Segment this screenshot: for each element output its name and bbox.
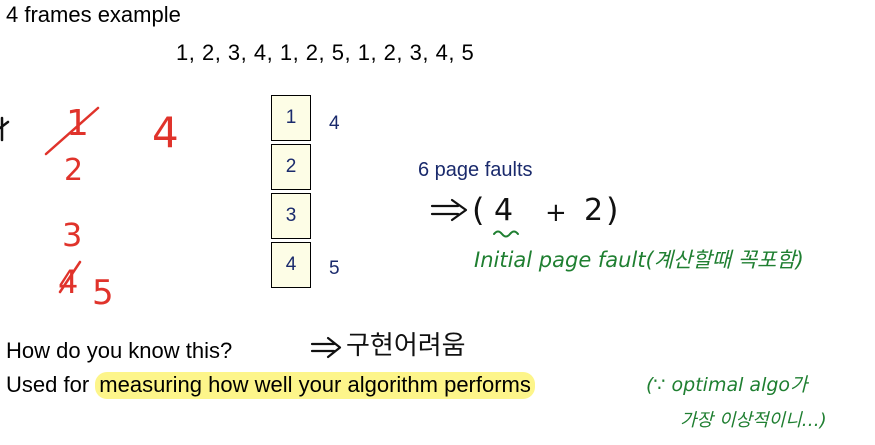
breakdown-open-paren: ( <box>472 191 485 229</box>
breakdown-close-paren: ) <box>606 191 619 229</box>
handwritten-red-number: 4 <box>152 108 179 157</box>
handwritten-green-note: Initial page fault(계산할때 꼭포함) <box>474 248 804 272</box>
handwritten-red-number: 4 <box>58 263 79 301</box>
handwritten-side-note-line1: (∵ optimal algo가 <box>646 374 808 396</box>
slide-title: 4 frames example <box>6 2 181 27</box>
question-text: How do you know this? <box>6 338 233 363</box>
handwritten-red-number: 1 <box>66 103 89 144</box>
frame-side-label-row1: 4 <box>329 113 340 134</box>
frame-cell: 1 <box>271 95 311 141</box>
frame-cell: 4 <box>271 242 311 288</box>
edge-ink-mark <box>0 116 10 142</box>
used-for-line: Used for measuring how well your algorit… <box>6 372 535 399</box>
frame-side-label-row4: 5 <box>329 258 340 279</box>
used-for-prefix: Used for <box>6 372 96 397</box>
handwritten-red-number: 3 <box>62 216 83 254</box>
breakdown-plus: + <box>545 198 567 228</box>
page-faults-text: 6 page faults <box>418 159 533 181</box>
handwritten-side-note-line2: 가장 이상적이니…) <box>680 410 827 431</box>
frame-cell: 3 <box>271 193 311 239</box>
reference-string: 1, 2, 3, 4, 1, 2, 5, 1, 2, 3, 4, 5 <box>176 40 475 65</box>
handwritten-red-number: 2 <box>64 153 84 188</box>
frame-cell: 2 <box>271 144 311 190</box>
implies-arrow-icon <box>430 198 468 222</box>
handwritten-question-note: 구현어려움 <box>346 331 466 361</box>
handwritten-red-number: 5 <box>92 273 114 313</box>
highlighted-phrase: measuring how well your algorithm perfor… <box>95 372 535 399</box>
underline-squiggle <box>493 230 519 238</box>
breakdown-first-number: 4 <box>494 193 514 228</box>
slide-page: 4 frames example 1, 2, 3, 4, 1, 2, 5, 1,… <box>0 0 875 445</box>
implies-arrow-icon <box>310 336 342 359</box>
breakdown-second-number: 2 <box>584 193 604 228</box>
